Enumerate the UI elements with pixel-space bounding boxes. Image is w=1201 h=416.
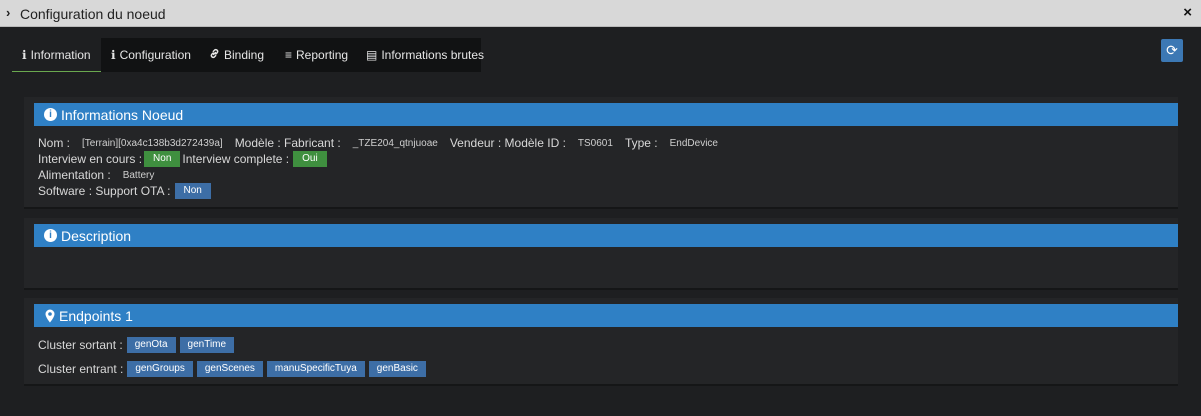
- window-titlebar: › Configuration du noeud ×: [0, 0, 1201, 27]
- info-circle-icon: i: [44, 229, 57, 242]
- tab-label: Information: [30, 47, 91, 62]
- tab-reporting[interactable]: ≡ Reporting: [275, 38, 356, 72]
- cluster-chip: manuSpecificTuya: [266, 361, 365, 377]
- type-value: EndDevice: [669, 137, 718, 149]
- cluster-entrant-label: Cluster entrant :: [38, 362, 124, 376]
- interview-complete-label: Interview complete :: [182, 152, 290, 166]
- cluster-chip: genTime: [179, 337, 235, 353]
- tab-label: Informations brutes: [381, 48, 485, 62]
- tab-label: Reporting: [296, 48, 349, 62]
- cluster-chip: genOta: [126, 337, 176, 353]
- list-icon: ▤: [366, 48, 378, 62]
- tab-bar: ℹ Information ℹ Configuration Binding ≡ …: [12, 38, 485, 72]
- interview-complete-badge: Oui: [293, 151, 327, 167]
- info-panel-title: Informations Noeud: [61, 106, 184, 123]
- cluster-sortant-label: Cluster sortant :: [38, 338, 123, 352]
- description-panel: i Description: [24, 218, 1178, 290]
- modele-fabricant-value: _TZE204_qtnjuoae: [352, 137, 438, 149]
- info-icon: ℹ: [111, 48, 116, 62]
- info-panel: i Informations Noeud Nom : [Terrain][0xa…: [24, 97, 1178, 209]
- vendeur-label: Vendeur : Modèle ID :: [449, 136, 566, 150]
- info-row-software: Software : Support OTA : Non: [38, 183, 213, 199]
- cluster-sortant-list: genOta genTime: [126, 337, 238, 353]
- cluster-entrant-row: Cluster entrant : genGroups genScenes manu…: [38, 361, 430, 377]
- description-panel-header: i Description: [34, 224, 1178, 247]
- refresh-icon: ⟳: [1166, 42, 1178, 58]
- info-row-interview: Interview en cours : Non Interview compl…: [38, 151, 329, 167]
- cluster-chip: genBasic: [368, 361, 426, 377]
- refresh-button[interactable]: ⟳: [1161, 39, 1183, 62]
- tab-information[interactable]: ℹ Information: [12, 38, 101, 72]
- alimentation-label: Alimentation :: [38, 168, 111, 182]
- info-row-identity: Nom : [Terrain][0xa4c138b3d272439a] Modè…: [38, 135, 730, 151]
- cluster-entrant-list: genGroups genScenes manuSpecificTuya genBas…: [127, 361, 430, 377]
- map-marker-icon: [44, 309, 56, 323]
- close-icon[interactable]: ×: [1183, 5, 1192, 21]
- interview-cours-badge: Non: [144, 151, 181, 167]
- vendeur-value: TS0601: [577, 137, 613, 149]
- chevron-right-icon[interactable]: ›: [6, 5, 18, 21]
- info-icon: ℹ: [22, 47, 27, 62]
- tab-binding[interactable]: Binding: [199, 38, 275, 72]
- type-label: Type :: [624, 136, 658, 150]
- alimentation-value: Battery: [122, 169, 155, 181]
- link-icon: [209, 48, 220, 62]
- nom-label: Nom :: [38, 136, 71, 150]
- nom-value: [Terrain][0xa4c138b3d272439a]: [82, 137, 223, 149]
- interview-cours-label: Interview en cours :: [38, 152, 143, 166]
- tab-configuration[interactable]: ℹ Configuration: [101, 38, 199, 72]
- cluster-chip: genScenes: [196, 361, 263, 377]
- tab-label: Binding: [224, 48, 265, 62]
- tab-informations-brutes[interactable]: ▤ Informations brutes: [356, 38, 485, 72]
- cluster-sortant-row: Cluster sortant : genOta genTime: [38, 337, 238, 353]
- endpoints-panel-title: Endpoints 1: [59, 307, 133, 324]
- bars-icon: ≡: [285, 48, 293, 62]
- info-circle-icon: i: [44, 108, 57, 121]
- software-label: Software : Support OTA :: [38, 184, 171, 198]
- description-panel-title: Description: [61, 227, 132, 244]
- modele-fabricant-label: Modèle : Fabricant :: [234, 136, 341, 150]
- software-ota-badge: Non: [174, 183, 211, 199]
- endpoints-panel-header: Endpoints 1: [34, 304, 1178, 327]
- info-panel-header: i Informations Noeud: [34, 103, 1178, 126]
- cluster-chip: genGroups: [127, 361, 193, 377]
- endpoints-panel: Endpoints 1 Cluster sortant : genOta genT…: [24, 298, 1178, 386]
- tab-label: Configuration: [119, 48, 191, 62]
- window-title: Configuration du noeud: [20, 6, 166, 22]
- info-row-alimentation: Alimentation : Battery: [38, 167, 166, 183]
